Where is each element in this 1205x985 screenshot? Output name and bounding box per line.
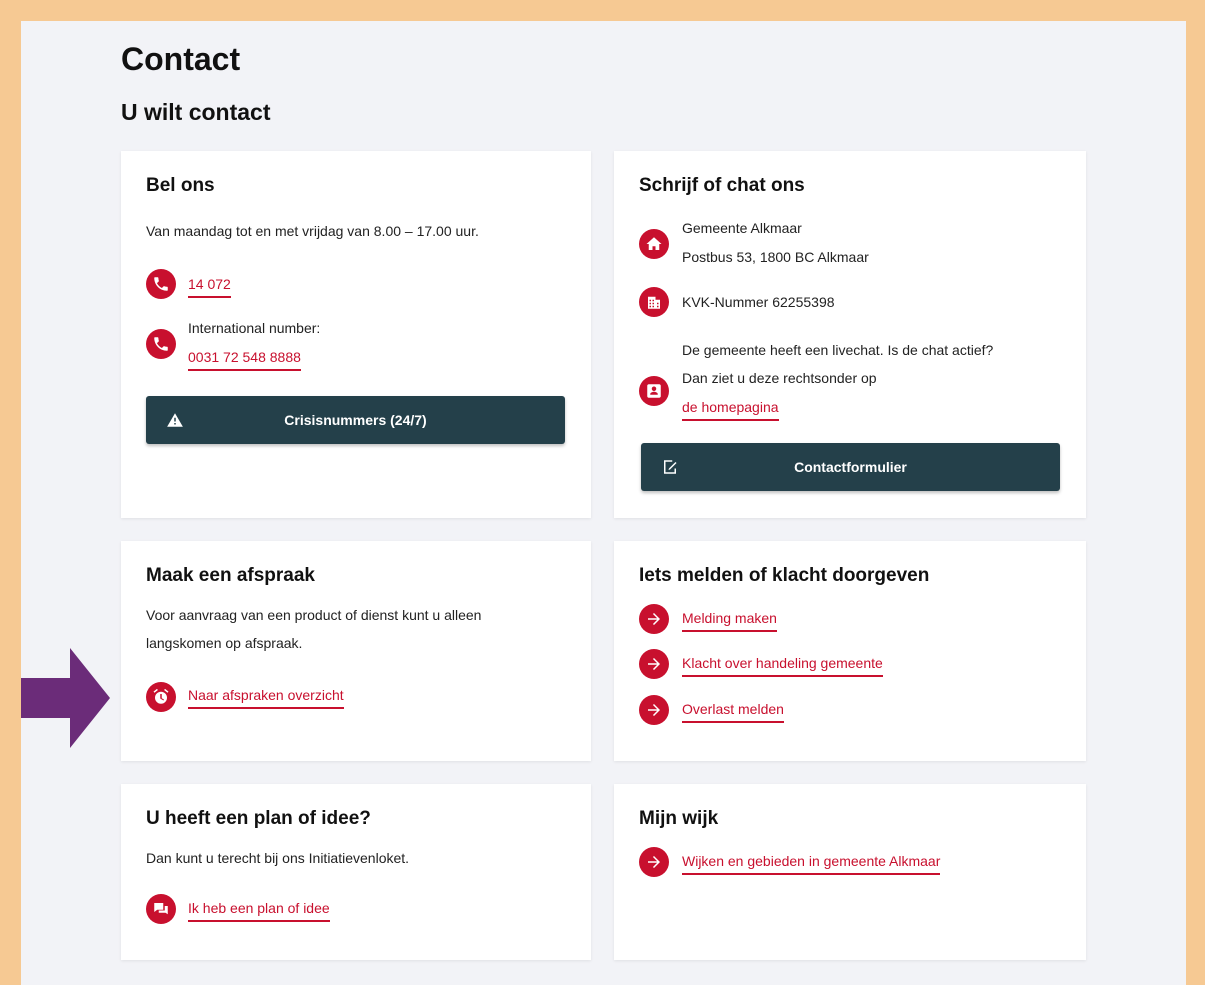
crisis-button-label: Crisisnummers (24/7): [284, 412, 427, 428]
card-plan: U heeft een plan of idee? Dan kunt u ter…: [121, 784, 591, 960]
card-title: U heeft een plan of idee?: [146, 808, 371, 829]
card-mijn-wijk: Mijn wijk Wijken en gebieden in gemeente…: [614, 784, 1086, 960]
address-name: Gemeente Alkmaar: [682, 220, 802, 236]
afspraak-text-line2: langskomen op afspraak.: [146, 635, 303, 651]
card-title: Bel ons: [146, 175, 215, 196]
international-phone-link[interactable]: 0031 72 548 8888: [188, 348, 301, 371]
card-afspraak: Maak een afspraak Voor aanvraag van een …: [121, 541, 591, 761]
phone-icon: [146, 269, 176, 299]
phone-icon: [146, 329, 176, 359]
arrow-right-icon: [639, 847, 669, 877]
idea-chat-icon: [146, 894, 176, 924]
kvk-number: KVK-Nummer 62255398: [682, 294, 835, 310]
card-title: Mijn wijk: [639, 808, 719, 829]
contactform-button[interactable]: Contactformulier: [641, 443, 1060, 491]
crisis-button[interactable]: Crisisnummers (24/7): [146, 396, 565, 444]
arrow-right-icon: [639, 695, 669, 725]
opening-hours: Van maandag tot en met vrijdag van 8.00 …: [146, 223, 479, 239]
address-line: Postbus 53, 1800 BC Alkmaar: [682, 249, 869, 265]
building-icon: [639, 287, 669, 317]
chat-text-line1: De gemeente heeft een livechat. Is de ch…: [682, 342, 994, 358]
melding-link[interactable]: Melding maken: [682, 609, 777, 632]
card-schrijf-chat: Schrijf of chat ons Gemeente Alkmaar Pos…: [614, 151, 1086, 518]
edit-form-icon: [661, 458, 679, 476]
section-title: U wilt contact: [121, 99, 271, 125]
wijken-link[interactable]: Wijken en gebieden in gemeente Alkmaar: [682, 852, 941, 875]
overlast-link[interactable]: Overlast melden: [682, 700, 784, 723]
card-title: Schrijf of chat ons: [639, 175, 805, 196]
card-melden: Iets melden of klacht doorgeven Melding …: [614, 541, 1086, 761]
klacht-link[interactable]: Klacht over handeling gemeente: [682, 654, 883, 677]
plan-text: Dan kunt u terecht bij ons Initiatievenl…: [146, 850, 410, 866]
annotation-arrow-icon: [21, 648, 110, 748]
arrow-right-icon: [639, 649, 669, 679]
international-label: International number:: [188, 320, 321, 336]
phone-link[interactable]: 14 072: [188, 275, 231, 298]
page-title: Contact: [121, 41, 241, 77]
card-bel-ons: Bel ons Van maandag tot en met vrijdag v…: [121, 151, 591, 518]
appointments-link[interactable]: Naar afspraken overzicht: [188, 686, 344, 709]
contact-page: Contact U wilt contact Bel ons Van maand…: [21, 21, 1186, 985]
warning-icon: [166, 411, 184, 429]
homepage-link[interactable]: de homepagina: [682, 398, 779, 421]
card-title: Maak een afspraak: [146, 565, 315, 586]
home-icon: [639, 229, 669, 259]
chat-text-line2: Dan ziet u deze rechtsonder op: [682, 370, 877, 386]
user-chat-icon: [639, 376, 669, 406]
plan-link[interactable]: Ik heb een plan of idee: [188, 899, 330, 922]
card-title: Iets melden of klacht doorgeven: [639, 565, 930, 586]
afspraak-text-line1: Voor aanvraag van een product of dienst …: [146, 607, 482, 623]
contactform-button-label: Contactformulier: [794, 459, 907, 475]
arrow-right-icon: [639, 604, 669, 634]
